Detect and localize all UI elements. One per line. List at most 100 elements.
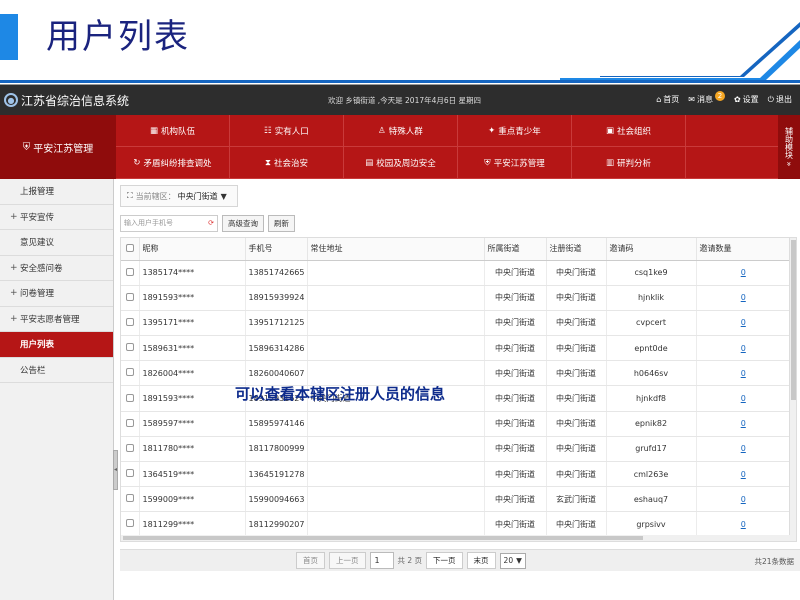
- row-checkbox[interactable]: [121, 411, 140, 437]
- prev-page-button[interactable]: 上一页: [329, 552, 366, 569]
- table-row[interactable]: 1811299**** 18112990207 中央门街道 中央门街道 grpsivv 0: [121, 511, 791, 538]
- invite-count-link[interactable]: 0: [741, 394, 746, 403]
- expand-icon: +: [10, 262, 18, 273]
- table-cell: csq1ke9: [606, 260, 697, 286]
- nav-brand[interactable]: ⛨ 平安江苏管理: [0, 115, 116, 179]
- invite-count-link[interactable]: 0: [741, 318, 746, 327]
- row-checkbox[interactable]: [121, 285, 140, 311]
- table-row[interactable]: 1891593**** 18915939924 中央门街道 中央门街道 hjnklik 0: [121, 285, 791, 311]
- caret-down-icon: ▼: [516, 556, 522, 565]
- nav-analysis[interactable]: ▥ 研判分析: [572, 147, 686, 179]
- sidebar-collapse-handle[interactable]: ◂: [113, 450, 118, 490]
- invite-count-link[interactable]: 0: [741, 293, 746, 302]
- table-cell: 中央门街道: [484, 260, 547, 286]
- district-selector[interactable]: ⛶ 当前辖区： 中央门街道 ▼: [120, 185, 238, 207]
- horizontal-scrollbar[interactable]: [121, 535, 791, 541]
- clear-icon[interactable]: ⟳: [208, 219, 214, 227]
- sidebar-item-bulletin[interactable]: 公告栏: [0, 358, 113, 383]
- sidebar-item-safety-survey[interactable]: + 安全感问卷: [0, 256, 113, 281]
- table-cell: 中央门街道: [546, 411, 607, 437]
- table-row[interactable]: 1891593**** 18915931624 中央门街道 中央门街道 中央门街道 hjn…: [121, 385, 791, 412]
- page-size-select[interactable]: 20 ▼: [499, 552, 526, 569]
- row-checkbox[interactable]: [121, 335, 140, 362]
- shield-icon: ⛨: [484, 157, 491, 168]
- invite-count-link[interactable]: 0: [741, 344, 746, 353]
- col-invite-code[interactable]: 邀请码: [606, 238, 697, 261]
- table-cell: 13851742665: [245, 260, 308, 286]
- table-row[interactable]: 1589631**** 15896314286 中央门街道 中央门街道 epnt0de 0: [121, 335, 791, 362]
- page-number-input[interactable]: 1: [369, 552, 394, 569]
- nav-peace-jiangsu[interactable]: ⛨ 平安江苏管理: [458, 147, 572, 179]
- nav-youth[interactable]: ✦ 重点青少年: [458, 115, 572, 147]
- row-checkbox[interactable]: [121, 461, 140, 488]
- table-row[interactable]: 1811780**** 18117800999 中央门街道 中央门街道 grufd17 0: [121, 436, 791, 463]
- col-nickname[interactable]: 昵称: [139, 238, 246, 261]
- sidebar-item-questionnaire[interactable]: + 问卷管理: [0, 281, 113, 307]
- sidebar-item-suggestions[interactable]: 意见建议: [0, 230, 113, 256]
- table-row[interactable]: 1589597**** 15895974146 中央门街道 中央门街道 epnik82 0: [121, 411, 791, 437]
- col-street[interactable]: 所属街道: [484, 238, 547, 261]
- row-checkbox[interactable]: [121, 436, 140, 463]
- row-checkbox[interactable]: [121, 511, 140, 538]
- nav-org-team[interactable]: ▦ 机构队伍: [116, 115, 230, 147]
- table-cell: grufd17: [606, 436, 697, 463]
- invite-count-link[interactable]: 0: [741, 520, 746, 529]
- app-logo[interactable]: ● 江苏省综治信息系统: [0, 92, 129, 109]
- refresh-button[interactable]: 刷新: [268, 214, 295, 232]
- next-page-button[interactable]: 下一页: [426, 552, 463, 569]
- total-records: 共21条数据: [754, 557, 794, 566]
- sidebar-item-publicity[interactable]: + 平安宣传: [0, 205, 113, 230]
- table-cell: 中央门街道: [484, 310, 547, 337]
- row-checkbox[interactable]: [121, 310, 140, 337]
- nav-campus-safety[interactable]: ▤ 校园及周边安全: [344, 147, 458, 179]
- table-cell: 15895974146: [245, 411, 308, 437]
- phone-search-input[interactable]: 输入用户手机号 ⟳: [120, 214, 218, 232]
- table-cell: 玄武门街道: [546, 486, 607, 513]
- sidebar-item-user-list[interactable]: 用户列表: [0, 332, 113, 358]
- row-checkbox[interactable]: [121, 385, 140, 412]
- nav-public-security[interactable]: ⧗ 社会治安: [230, 147, 344, 179]
- table-row[interactable]: 1599009**** 15990094663 中央门街道 玄武门街道 eshauq7 0: [121, 486, 791, 513]
- auxiliary-modules-toggle[interactable]: 辅助模块 »: [778, 115, 800, 179]
- sidebar-item-report[interactable]: 上报管理: [0, 179, 113, 205]
- table-row[interactable]: 1395171**** 13951712125 中央门街道 中央门街道 cvpcert 0: [121, 310, 791, 337]
- invite-count-link[interactable]: 0: [741, 419, 746, 428]
- col-phone[interactable]: 手机号: [245, 238, 308, 261]
- invite-count-link[interactable]: 0: [741, 444, 746, 453]
- map-icon: ⛶: [127, 191, 133, 200]
- row-checkbox[interactable]: [121, 260, 140, 286]
- sidebar-item-volunteers[interactable]: + 平安志愿者管理: [0, 307, 113, 332]
- nav-social-orgs[interactable]: ▣ 社会组织: [572, 115, 686, 147]
- advanced-search-button[interactable]: 高级查询: [222, 214, 264, 232]
- invite-count-link[interactable]: 0: [741, 495, 746, 504]
- invite-count-link[interactable]: 0: [741, 268, 746, 277]
- select-all-checkbox[interactable]: [121, 238, 140, 261]
- home-link[interactable]: ⌂ 首页: [656, 94, 679, 105]
- nav-special-groups[interactable]: ♙ 特殊人群: [344, 115, 458, 147]
- table-row[interactable]: 1826004**** 18260040607 中央门街道 中央门街道 h0646sv 0: [121, 360, 791, 387]
- org-icon: ▣: [605, 125, 614, 136]
- settings-link[interactable]: ✿ 设置: [734, 94, 759, 105]
- refresh-icon: ↻: [133, 157, 141, 168]
- table-cell: 中央门街道: [546, 360, 607, 387]
- nav-disputes[interactable]: ↻ 矛盾纠纷排查调处: [116, 147, 230, 179]
- row-checkbox[interactable]: [121, 486, 140, 513]
- col-address[interactable]: 常住地址: [307, 238, 485, 261]
- table-cell: 中央门街道: [546, 285, 607, 311]
- row-checkbox[interactable]: [121, 360, 140, 387]
- first-page-button[interactable]: 首页: [296, 552, 325, 569]
- invite-count-link[interactable]: 0: [741, 470, 746, 479]
- user-icon: ♙: [378, 125, 386, 136]
- messages-link[interactable]: ✉ 消息 2: [688, 90, 725, 105]
- last-page-button[interactable]: 末页: [466, 552, 496, 569]
- vertical-scrollbar[interactable]: [789, 238, 796, 541]
- table-cell: 0: [696, 310, 791, 337]
- col-reg-street[interactable]: 注册街道: [546, 238, 607, 261]
- logout-link[interactable]: ⏻ 退出: [768, 94, 792, 105]
- table-cell: 1589597****: [139, 411, 246, 437]
- invite-count-link[interactable]: 0: [741, 369, 746, 378]
- table-row[interactable]: 1385174**** 13851742665 中央门街道 中央门街道 csq1ke9 0: [121, 260, 791, 286]
- nav-population[interactable]: ☷ 实有人口: [230, 115, 344, 147]
- table-row[interactable]: 1364519**** 13645191278 中央门街道 中央门街道 cml263e 0: [121, 461, 791, 488]
- col-invite-count[interactable]: 邀请数量: [696, 238, 791, 261]
